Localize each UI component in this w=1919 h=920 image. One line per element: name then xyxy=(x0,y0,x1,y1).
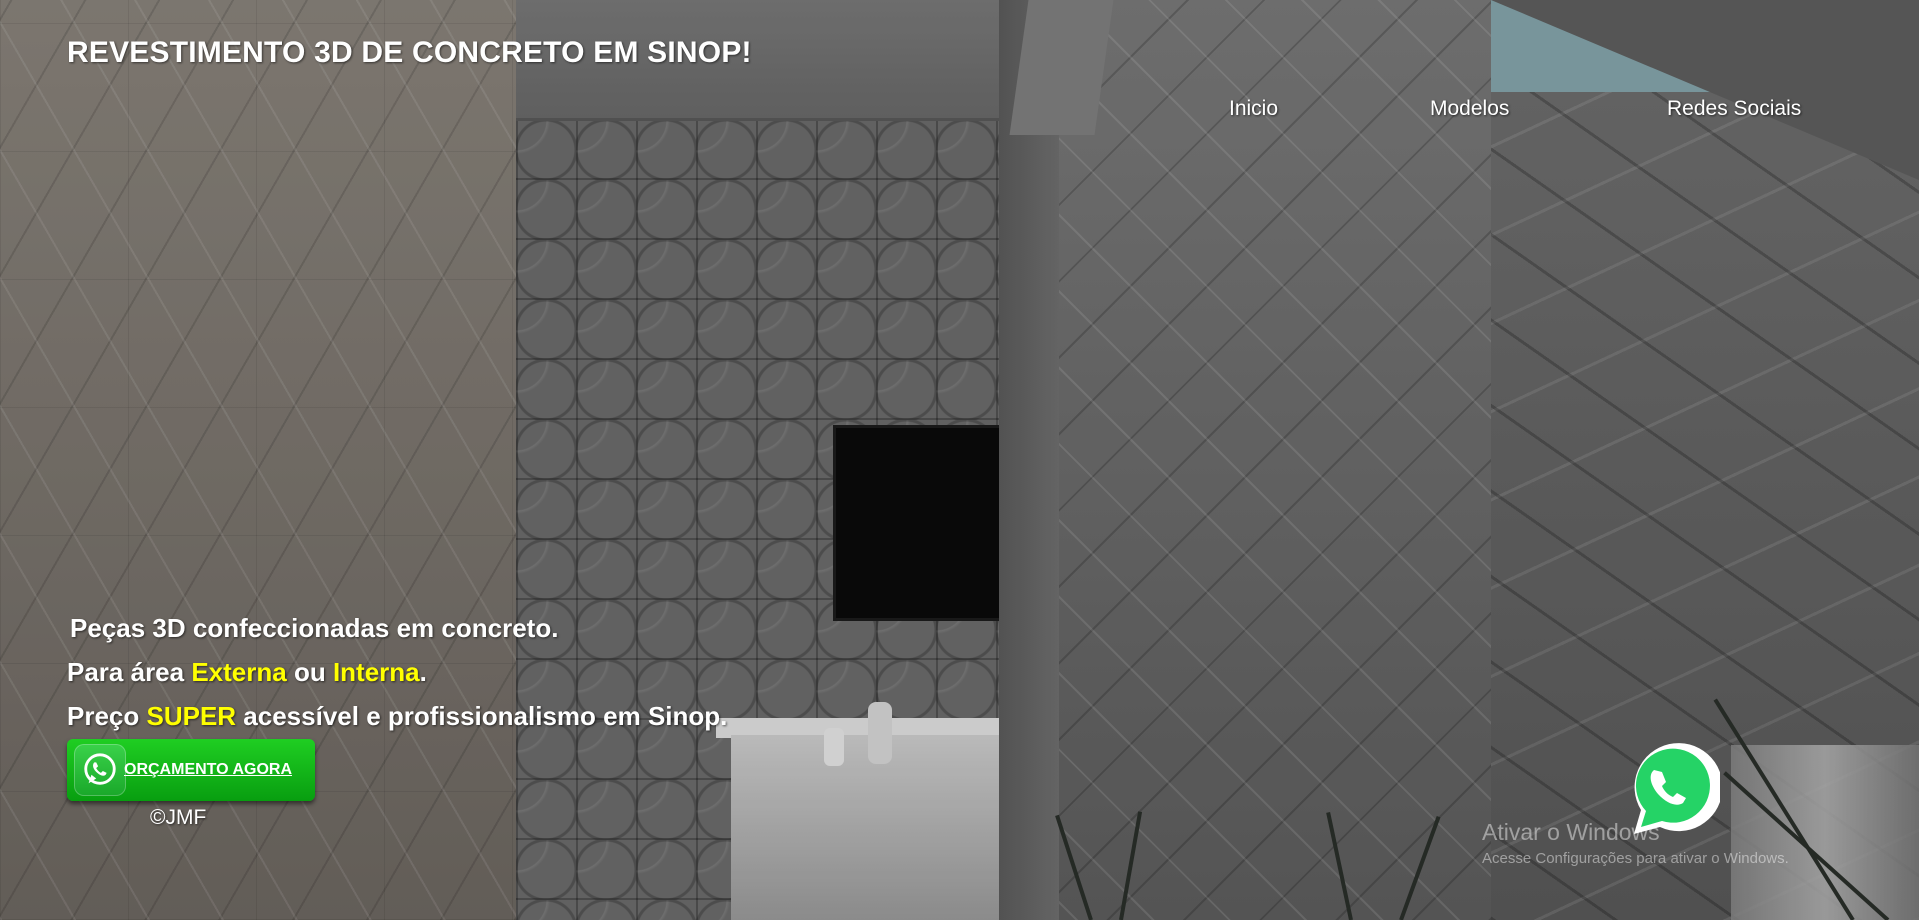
hero-line-2: Para área Externa ou Interna. xyxy=(67,650,727,694)
nav-link-inicio[interactable]: Inicio xyxy=(1229,97,1278,121)
windows-activation-watermark: Ativar o Windows Acesse Configurações pa… xyxy=(1482,819,1789,867)
hero-line-2-prefix: Para área xyxy=(67,657,192,687)
highlight-interna: Interna xyxy=(332,657,420,687)
orcamento-agora-label: ORÇAMENTO AGORA xyxy=(124,761,292,778)
nav-link-modelos[interactable]: Modelos xyxy=(1430,97,1509,121)
whatsapp-icon xyxy=(74,744,126,796)
highlight-super: SUPER xyxy=(146,701,237,731)
orcamento-agora-button[interactable]: ORÇAMENTO AGORA xyxy=(67,739,315,801)
hero-line-1: Peças 3D confeccionadas em concreto. xyxy=(70,613,559,643)
watermark-subtitle: Acesse Configurações para ativar o Windo… xyxy=(1482,850,1789,867)
nav-link-redes-sociais[interactable]: Redes Sociais xyxy=(1667,97,1801,121)
hero-line-3-suffix: acessível e profissionalismo em Sinop. xyxy=(236,701,728,731)
watermark-title: Ativar o Windows xyxy=(1482,819,1660,845)
hero-line-2-middle: ou xyxy=(286,657,333,687)
hero-line-3: Preço SUPER acessível e profissionalismo… xyxy=(67,694,727,738)
highlight-externa: Externa xyxy=(191,657,287,687)
copyright-credit: ©JMF xyxy=(150,806,207,829)
hero-line-3-prefix: Preço xyxy=(67,701,147,731)
hero-copy: Peças 3D confeccionadas em concreto. Par… xyxy=(67,606,727,738)
hero-line-2-suffix: . xyxy=(419,657,427,687)
site-title: REVESTIMENTO 3D DE CONCRETO EM SINOP! xyxy=(67,36,752,69)
